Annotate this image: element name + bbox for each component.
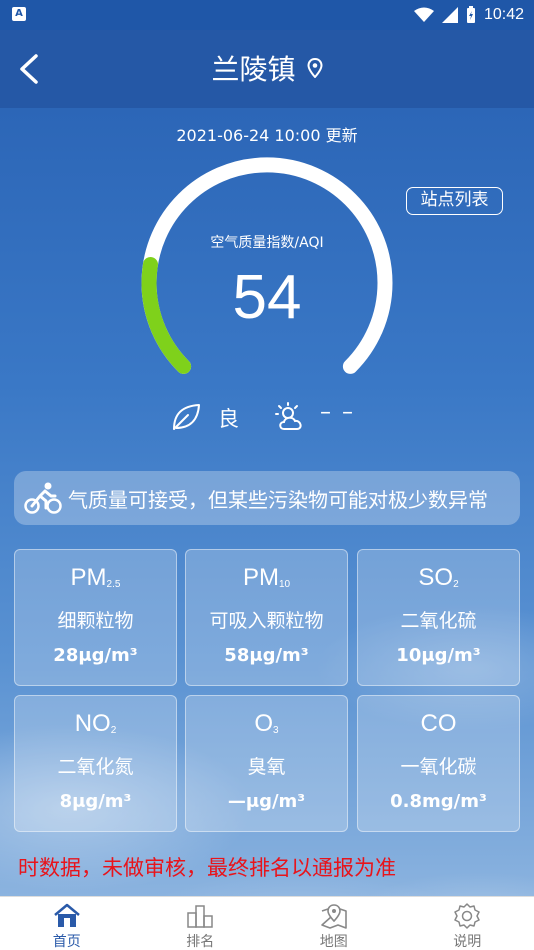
pollutant-name: 细颗粒物 — [57, 610, 134, 632]
level-row: 良 – – — [0, 400, 534, 434]
pollutant-symbol: PM10 — [242, 564, 291, 591]
page-title: 兰陵镇 — [211, 53, 296, 86]
pollutant-value: 28μg/m³ — [53, 645, 138, 666]
health-advice-banner: 气质量可接受，但某些污染物可能对极少数异常 — [14, 471, 520, 525]
health-advice-text: 气质量可接受，但某些污染物可能对极少数异常 — [68, 488, 488, 512]
pollutant-value: 8μg/m³ — [59, 791, 132, 812]
tab-label: 首页 — [52, 934, 81, 950]
pollutant-card-pm10[interactable]: PM10 可吸入颗粒物 58μg/m³ — [185, 549, 348, 686]
bottom-tab-bar: 首页 排名 地图 说明 — [0, 896, 534, 950]
pollutant-card-co[interactable]: CO 一氧化碳 0.8mg/m³ — [357, 695, 520, 832]
leaf-icon — [173, 404, 200, 430]
tab-label: 说明 — [453, 934, 482, 950]
data-disclaimer: 时数据，未做审核，最终排名以通报为准 — [18, 856, 396, 880]
tab-about[interactable]: 说明 — [401, 897, 534, 950]
aqi-value: 54 — [232, 263, 302, 332]
partly-cloudy-icon — [275, 402, 302, 430]
home-icon — [53, 903, 80, 927]
wifi-icon — [413, 7, 434, 22]
tab-label: 排名 — [186, 934, 215, 950]
pollutant-value: 0.8mg/m³ — [390, 791, 487, 812]
notification-icon: A — [12, 7, 26, 21]
weather-text: – – — [320, 400, 355, 425]
station-list-button[interactable]: 站点列表 — [406, 187, 503, 215]
pollutant-value: 10μg/m³ — [396, 645, 481, 666]
pollutant-name: 二氧化氮 — [57, 756, 134, 778]
location-pin-icon — [307, 58, 323, 78]
podium-icon — [187, 905, 213, 928]
tab-label: 地图 — [319, 934, 348, 950]
aqi-level: 良 — [218, 407, 239, 431]
cyclist-icon — [24, 482, 62, 514]
pollutant-symbol: PM2.5 — [70, 564, 121, 591]
header: 兰陵镇 — [0, 30, 534, 108]
update-time: 2021-06-24 10:00 更新 — [176, 126, 358, 145]
tab-home[interactable]: 首页 — [0, 897, 134, 950]
tab-ranking[interactable]: 排名 — [134, 897, 268, 950]
pollutant-card-o3[interactable]: O3 臭氧 —μg/m³ — [185, 695, 348, 832]
aqi-label: 空气质量指数/AQI — [210, 235, 324, 251]
pollutant-symbol: SO2 — [418, 564, 459, 591]
pollutant-card-so2[interactable]: SO2 二氧化硫 10μg/m³ — [357, 549, 520, 686]
tab-map[interactable]: 地图 — [267, 897, 401, 950]
pollutant-name: 臭氧 — [247, 756, 286, 778]
pollutant-symbol: CO — [420, 710, 457, 737]
pollutant-name: 可吸入颗粒物 — [209, 610, 324, 632]
pollutant-value: —μg/m³ — [227, 791, 306, 812]
clock: 10:42 — [483, 6, 524, 23]
pollutant-card-no2[interactable]: NO2 二氧化氮 8μg/m³ — [14, 695, 177, 832]
pollutant-name: 一氧化碳 — [400, 756, 477, 778]
pollutant-symbol: O3 — [254, 710, 279, 737]
pollutant-card-pm25[interactable]: PM2.5 细颗粒物 28μg/m³ — [14, 549, 177, 686]
status-bar: A 10:42 — [0, 0, 534, 30]
gear-icon — [454, 903, 480, 929]
pollutant-symbol: NO2 — [74, 710, 117, 737]
map-icon — [320, 904, 347, 929]
signal-icon — [441, 7, 458, 23]
battery-icon — [466, 6, 475, 23]
pollutant-value: 58μg/m³ — [224, 645, 309, 666]
pollutant-name: 二氧化硫 — [400, 610, 477, 632]
